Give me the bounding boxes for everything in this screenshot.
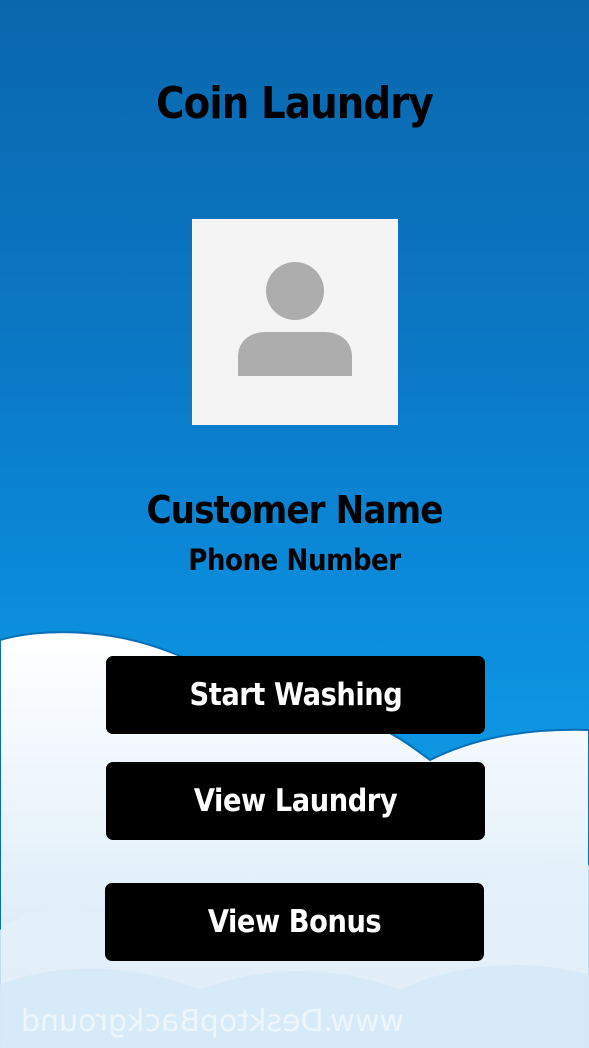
view-laundry-button[interactable]: View Laundry	[106, 762, 485, 840]
user-placeholder-icon	[238, 262, 352, 376]
view-bonus-button[interactable]: View Bonus	[105, 883, 484, 961]
app-title: Coin Laundry	[156, 78, 434, 129]
avatar[interactable]	[192, 219, 398, 425]
start-washing-button[interactable]: Start Washing	[106, 656, 485, 734]
watermark-text: www.DesktopBackground	[20, 1004, 404, 1039]
view-laundry-label: View Laundry	[193, 783, 398, 819]
start-washing-label: Start Washing	[189, 677, 402, 713]
view-bonus-label: View Bonus	[207, 904, 382, 940]
customer-name: Customer Name	[146, 488, 443, 532]
phone-number: Phone Number	[188, 543, 401, 577]
